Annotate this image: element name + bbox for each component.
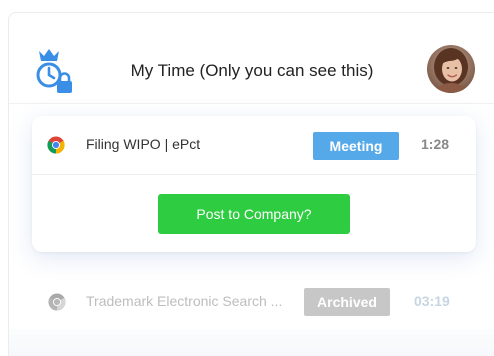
entry-duration: 1:28: [421, 136, 450, 152]
post-to-company-button[interactable]: Post to Company?: [158, 194, 350, 234]
archived-entry-row[interactable]: Trademark Electronic Search ... Archived…: [32, 281, 476, 327]
active-entry-card: Filing WIPO | ePct Meeting 1:28 Post to …: [32, 116, 476, 252]
meeting-badge[interactable]: Meeting: [313, 132, 399, 160]
archived-entry-duration: 03:19: [414, 293, 450, 309]
chrome-icon: [47, 136, 65, 154]
chrome-icon: [48, 293, 66, 311]
avatar-image: [427, 45, 475, 93]
time-panel: My Time (Only you can see this) Filing W…: [8, 12, 494, 356]
header: My Time (Only you can see this): [9, 13, 494, 104]
entry-row[interactable]: Filing WIPO | ePct Meeting 1:28: [32, 116, 476, 175]
archived-badge[interactable]: Archived: [304, 288, 390, 316]
archived-entry-title: Trademark Electronic Search ...: [86, 293, 283, 309]
page-title: My Time (Only you can see this): [130, 61, 374, 80]
bottom-fade: [9, 329, 494, 356]
avatar[interactable]: [427, 45, 475, 93]
entry-title: Filing WIPO | ePct: [86, 136, 201, 152]
